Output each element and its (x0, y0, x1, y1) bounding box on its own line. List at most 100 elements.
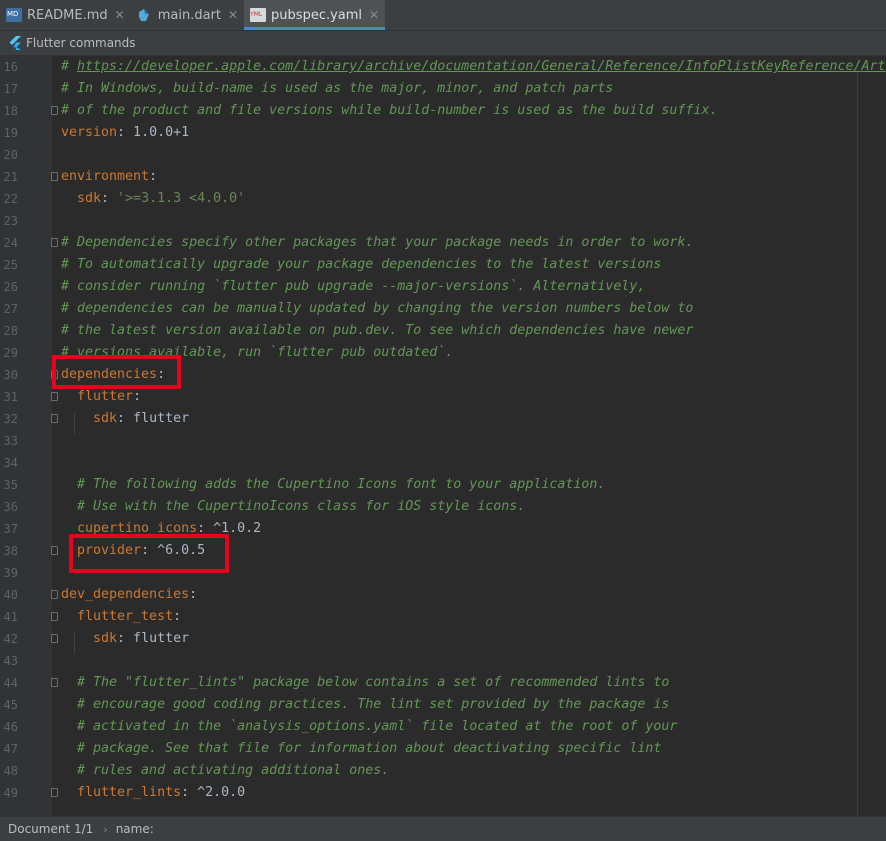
code-line[interactable]: 41 flutter_test: (0, 606, 886, 628)
code-text: environment: (61, 166, 157, 188)
line-number: 47 (3, 742, 18, 756)
code-line[interactable]: 25 # To automatically upgrade your packag… (0, 254, 886, 276)
line-number: 16 (3, 60, 18, 74)
line-number: 43 (3, 654, 18, 668)
close-icon[interactable]: ✕ (228, 8, 238, 22)
code-text: # The "flutter_lints" package below cont… (61, 672, 669, 694)
code-line[interactable]: 47 # package. See that file for informat… (0, 738, 886, 760)
code-token: # The following adds the Cupertino Icons… (61, 477, 606, 492)
code-text: sdk: flutter (61, 408, 189, 430)
close-icon[interactable]: ✕ (115, 8, 125, 22)
tab-pubspec-yaml[interactable]: pubspec.yaml ✕ (244, 0, 386, 30)
tab-label: README.md (27, 7, 108, 23)
code-text: # dependencies can be manually updated b… (61, 298, 693, 320)
code-text: # In Windows, build-name is used as the … (61, 78, 613, 100)
code-token: # the latest version available on pub.de… (61, 323, 694, 338)
fold-marker-icon[interactable] (51, 788, 58, 797)
code-line[interactable]: 40 dev_dependencies: (0, 584, 886, 606)
code-token: # Dependencies specify other packages th… (61, 235, 694, 250)
document-indicator[interactable]: Document 1/1 (8, 822, 93, 836)
code-token: : flutter (117, 631, 190, 646)
code-line[interactable]: 32 sdk: flutter (0, 408, 886, 430)
code-text: # The following adds the Cupertino Icons… (61, 474, 605, 496)
code-line[interactable]: 22 sdk: '>=3.1.3 <4.0.0' (0, 188, 886, 210)
line-number: 45 (3, 698, 18, 712)
code-line[interactable]: 16 # https://developer.apple.com/library/… (0, 56, 886, 78)
line-number: 18 (3, 104, 18, 118)
code-text: # https://developer.apple.com/library/ar… (61, 56, 886, 78)
code-text: version: 1.0.0+1 (61, 122, 189, 144)
code-line[interactable]: 35 # The following adds the Cupertino Ic… (0, 474, 886, 496)
code-token: flutter_test (61, 609, 174, 624)
line-number: 28 (3, 324, 18, 338)
flutter-commands-link[interactable]: Flutter commands (26, 36, 136, 50)
code-token: # activated in the `analysis_options.yam… (61, 719, 678, 734)
code-editor[interactable]: 16 # https://developer.apple.com/library/… (0, 56, 886, 816)
tab-label: main.dart (157, 7, 221, 23)
code-line[interactable]: 17 # In Windows, build-name is used as th… (0, 78, 886, 100)
yaml-file-icon (250, 8, 267, 22)
fold-marker-icon[interactable] (51, 678, 58, 687)
code-token: sdk (61, 631, 118, 646)
code-token: environment (61, 169, 150, 184)
close-icon[interactable]: ✕ (369, 8, 379, 22)
code-line[interactable]: 46 # activated in the `analysis_options.… (0, 716, 886, 738)
code-line[interactable]: 36 # Use with the CupertinoIcons class f… (0, 496, 886, 518)
line-number: 32 (3, 412, 18, 426)
code-token: version (61, 125, 118, 140)
fold-marker-icon[interactable] (51, 546, 58, 555)
fold-marker-icon[interactable] (51, 634, 58, 643)
code-line[interactable]: 26 # consider running `flutter pub upgrad… (0, 276, 886, 298)
fold-marker-icon[interactable] (51, 414, 58, 423)
tab-main-dart[interactable]: main.dart ✕ (131, 0, 244, 30)
code-line[interactable]: 42 sdk: flutter (0, 628, 886, 650)
code-line[interactable]: 43 (0, 650, 886, 672)
dart-file-icon (137, 8, 153, 22)
fold-marker-icon[interactable] (51, 392, 58, 401)
line-number: 30 (3, 368, 18, 382)
code-text: # activated in the `analysis_options.yam… (61, 716, 677, 738)
fold-marker-icon[interactable] (51, 590, 58, 599)
code-line[interactable]: 18 # of the product and file versions whi… (0, 100, 886, 122)
code-text: flutter_test: (61, 606, 181, 628)
line-number: 20 (3, 148, 18, 162)
code-token: # dependencies can be manually updated b… (61, 301, 694, 316)
line-number: 37 (3, 522, 18, 536)
code-line[interactable]: 23 (0, 210, 886, 232)
code-line[interactable]: 44 # The "flutter_lints" package below c… (0, 672, 886, 694)
fold-marker-icon[interactable] (51, 172, 58, 181)
code-line[interactable]: 21 environment: (0, 166, 886, 188)
code-line[interactable]: 27 # dependencies can be manually updated… (0, 298, 886, 320)
code-token: flutter_lints (61, 785, 182, 800)
code-line[interactable]: 24 # Dependencies specify other packages … (0, 232, 886, 254)
code-line[interactable]: 19 version: 1.0.0+1 (0, 122, 886, 144)
code-line[interactable]: 33 (0, 430, 886, 452)
code-line[interactable]: 28 # the latest version available on pub.… (0, 320, 886, 342)
fold-marker-icon[interactable] (51, 612, 58, 621)
code-text: # the latest version available on pub.de… (61, 320, 693, 342)
line-number: 38 (3, 544, 18, 558)
breadcrumb-path[interactable]: name: (116, 822, 154, 836)
code-line[interactable]: 34 (0, 452, 886, 474)
code-line[interactable]: 20 (0, 144, 886, 166)
code-line[interactable]: 48 # rules and activating additional one… (0, 760, 886, 782)
code-token: # Use with the CupertinoIcons class for … (61, 499, 526, 514)
code-line[interactable]: 45 # encourage good coding practices. Th… (0, 694, 886, 716)
code-text: flutter: (61, 386, 141, 408)
code-line[interactable]: 31 flutter: (0, 386, 886, 408)
fold-marker-icon[interactable] (51, 238, 58, 247)
code-text: # of the product and file versions while… (61, 100, 717, 122)
tab-readme[interactable]: README.md ✕ (0, 0, 131, 30)
code-token: # of the product and file versions while… (61, 103, 718, 118)
code-token: : (133, 389, 142, 404)
code-token: # rules and activating additional ones. (61, 763, 390, 778)
code-token: # package. See that file for information… (61, 741, 662, 756)
code-line[interactable]: 49 flutter_lints: ^2.0.0 (0, 782, 886, 804)
fold-marker-icon[interactable] (51, 106, 58, 115)
line-number: 42 (3, 632, 18, 646)
line-number: 31 (3, 390, 18, 404)
line-number: 21 (3, 170, 18, 184)
code-token: : (189, 587, 198, 602)
line-number: 41 (3, 610, 18, 624)
code-token: # encourage good coding practices. The l… (61, 697, 670, 712)
